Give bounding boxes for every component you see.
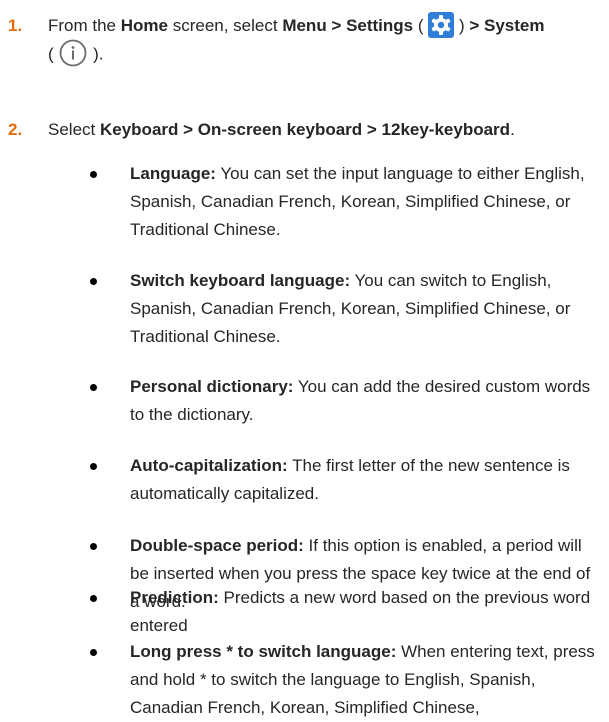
bullet-dot	[90, 463, 97, 470]
step-text-part: (	[48, 44, 59, 64]
info-icon	[58, 38, 88, 68]
step-number: 2.	[8, 120, 23, 139]
gear-icon	[428, 11, 455, 38]
bullet-dot	[90, 384, 97, 391]
step-text-part: From the	[48, 16, 121, 35]
list-item-text: Long press * to switch language: When en…	[130, 638, 600, 722]
step-bold-part: Home	[120, 16, 168, 35]
step-bold-part: Keyboard > On-screen keyboard > 12key-ke…	[99, 120, 511, 139]
list-item-text: Personal dictionary: You can add the des…	[130, 373, 600, 429]
list-item-text: Prediction: Predicts a new word based on…	[130, 584, 600, 640]
option-label: Double-space period:	[130, 536, 304, 555]
step-text-part: ).	[88, 44, 104, 64]
step-text-part: Select	[48, 120, 100, 139]
option-label: Auto-capitalization:	[130, 456, 288, 475]
step-bold-part: > System	[469, 16, 545, 35]
step-text: Select Keyboard > On-screen keyboard > 1…	[48, 116, 603, 144]
step-text-part: (	[413, 16, 429, 35]
list-item-text: Auto-capitalization: The first letter of…	[130, 452, 600, 508]
step-bold-part: Menu > Settings	[282, 16, 414, 35]
step-text-part: .	[510, 120, 515, 139]
step-number: 1.	[8, 16, 23, 35]
bullet-dot	[90, 543, 97, 550]
step-text: From the Home screen, select Menu > Sett…	[48, 11, 603, 70]
list-item-text: Switch keyboard language: You can switch…	[130, 267, 600, 351]
option-label: Language:	[130, 164, 216, 183]
bullet-dot	[90, 171, 97, 178]
option-label: Switch keyboard language:	[130, 271, 351, 290]
bullet-dot	[90, 278, 97, 285]
option-label: Long press * to switch language:	[130, 642, 397, 661]
option-label: Prediction:	[130, 588, 219, 607]
step-text-part: screen, select	[167, 16, 283, 35]
bullet-dot	[90, 595, 97, 602]
list-item-text: Language: You can set the input language…	[130, 160, 600, 244]
option-label: Personal dictionary:	[130, 377, 294, 396]
bullet-dot	[90, 649, 97, 656]
step-text-part: )	[454, 16, 470, 35]
